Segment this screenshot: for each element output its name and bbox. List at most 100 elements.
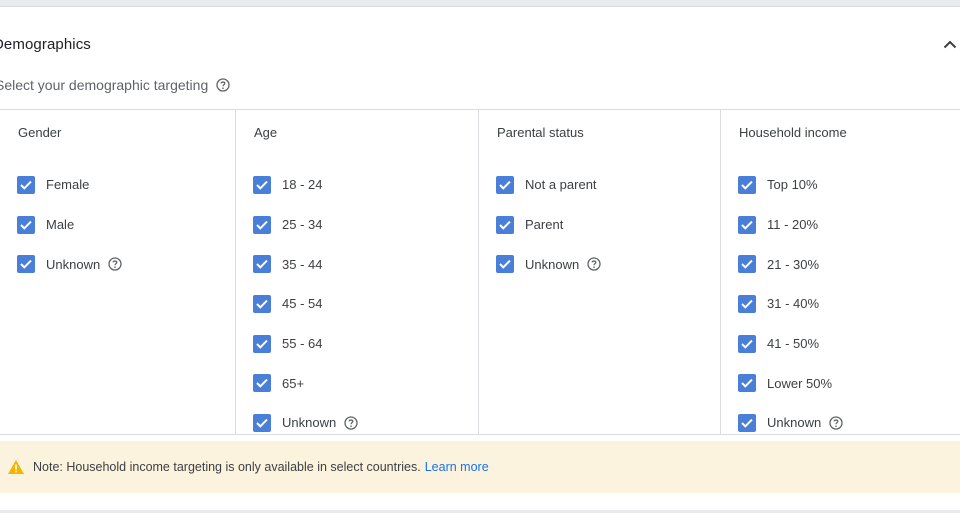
check-icon: [741, 378, 753, 388]
checkbox[interactable]: [17, 215, 35, 234]
check-icon: [741, 418, 753, 428]
option-row[interactable]: 18 - 24: [253, 165, 358, 205]
section-title: Demographics: [0, 36, 91, 53]
option-label: 45 - 54: [282, 296, 323, 312]
check-icon: [256, 339, 268, 349]
option-label: Male: [46, 217, 75, 233]
chevron-up-icon: [943, 40, 957, 49]
option-row[interactable]: Lower 50%: [738, 363, 843, 403]
check-icon: [499, 180, 511, 190]
check-icon: [499, 259, 511, 269]
age-column: Age 18 - 24 25 - 34 35 - 44 45 - 54 55 - 64 6…: [235, 110, 478, 434]
demographics-card: Demographics Select your demographic tar…: [0, 6, 960, 510]
checkbox[interactable]: [738, 215, 756, 234]
option-row[interactable]: Parent: [496, 205, 601, 245]
gender-column: Gender Female Male Unknown: [0, 110, 236, 434]
checkbox[interactable]: [496, 215, 514, 234]
option-row[interactable]: Unknown: [738, 403, 843, 443]
option-row[interactable]: 45 - 54: [253, 284, 358, 324]
option-row[interactable]: 31 - 40%: [738, 284, 843, 324]
checkbox[interactable]: [738, 334, 756, 353]
option-label: 31 - 40%: [767, 296, 820, 312]
checkbox[interactable]: [738, 294, 756, 313]
checkbox[interactable]: [496, 255, 514, 274]
checkbox[interactable]: [253, 334, 271, 353]
check-icon: [256, 378, 268, 388]
checkbox[interactable]: [496, 175, 514, 194]
check-icon: [499, 220, 511, 230]
option-row[interactable]: 55 - 64: [253, 324, 358, 364]
learn-more-link[interactable]: Learn more: [425, 460, 489, 474]
checkbox[interactable]: [17, 255, 35, 274]
collapse-button[interactable]: [939, 33, 960, 55]
option-label: 35 - 44: [282, 256, 323, 272]
checkbox[interactable]: [17, 175, 35, 194]
checkbox[interactable]: [738, 175, 756, 194]
check-icon: [20, 180, 32, 190]
option-label: Lower 50%: [767, 375, 833, 391]
option-row[interactable]: Unknown: [496, 244, 601, 284]
warning-triangle-icon: [7, 459, 25, 475]
option-label: Parent: [525, 217, 564, 233]
option-row[interactable]: 21 - 30%: [738, 244, 843, 284]
check-icon: [256, 220, 268, 230]
option-list: Top 10% 11 - 20% 21 - 30% 31 - 40% 41 - 50% L…: [738, 165, 843, 443]
note-banner: Note: Household income targeting is only…: [0, 441, 960, 493]
check-icon: [741, 299, 753, 309]
section-subtitle: Select your demographic targeting: [0, 77, 230, 93]
option-row[interactable]: 25 - 34: [253, 205, 358, 245]
checkbox[interactable]: [253, 215, 271, 234]
checkbox[interactable]: [253, 294, 271, 313]
option-row[interactable]: Unknown: [253, 403, 358, 443]
option-row[interactable]: Male: [17, 205, 122, 245]
help-circle-icon[interactable]: [216, 78, 230, 92]
check-icon: [741, 259, 753, 269]
option-label: Unknown: [525, 256, 580, 272]
checkbox[interactable]: [738, 255, 756, 274]
option-label: 25 - 34: [282, 217, 323, 233]
column-heading: Age: [254, 125, 278, 140]
check-icon: [20, 259, 32, 269]
option-row[interactable]: Female: [17, 165, 122, 205]
checkbox[interactable]: [738, 374, 756, 393]
help-circle-icon[interactable]: [108, 257, 122, 271]
check-icon: [256, 418, 268, 428]
household-income-column: Household income Top 10% 11 - 20% 21 - 30%…: [720, 110, 960, 434]
option-label: 55 - 64: [282, 336, 323, 352]
option-label: Top 10%: [767, 177, 818, 193]
option-row[interactable]: Unknown: [17, 244, 122, 284]
option-list: Not a parent Parent Unknown: [496, 165, 601, 284]
option-label: Unknown: [46, 256, 101, 272]
option-row[interactable]: 35 - 44: [253, 244, 358, 284]
help-circle-icon[interactable]: [344, 416, 358, 430]
option-row[interactable]: 11 - 20%: [738, 205, 843, 245]
option-label: 18 - 24: [282, 177, 323, 193]
option-label: 65+: [282, 375, 305, 391]
checkbox[interactable]: [738, 413, 756, 432]
demographics-grid: Gender Female Male Unknown Age 18 - 24 25 -…: [0, 109, 960, 435]
option-row[interactable]: 41 - 50%: [738, 324, 843, 364]
check-icon: [256, 180, 268, 190]
check-icon: [256, 259, 268, 269]
option-label: Unknown: [282, 415, 337, 431]
option-label: Unknown: [767, 415, 822, 431]
check-icon: [741, 180, 753, 190]
help-circle-icon[interactable]: [587, 257, 601, 271]
checkbox[interactable]: [253, 175, 271, 194]
option-row[interactable]: 65+: [253, 363, 358, 403]
checkbox[interactable]: [253, 413, 271, 432]
parental-status-column: Parental status Not a parent Parent Unknow…: [478, 110, 720, 434]
checkbox[interactable]: [253, 255, 271, 274]
option-list: Female Male Unknown: [17, 165, 122, 284]
column-heading: Parental status: [497, 125, 584, 140]
help-circle-icon[interactable]: [829, 416, 843, 430]
option-list: 18 - 24 25 - 34 35 - 44 45 - 54 55 - 64 65+ Un…: [253, 165, 358, 443]
option-label: 41 - 50%: [767, 336, 820, 352]
checkbox[interactable]: [253, 374, 271, 393]
option-label: 21 - 30%: [767, 256, 820, 272]
column-heading: Gender: [18, 125, 62, 140]
option-row[interactable]: Not a parent: [496, 165, 601, 205]
check-icon: [256, 299, 268, 309]
subtitle-text: Select your demographic targeting: [0, 77, 209, 93]
option-row[interactable]: Top 10%: [738, 165, 843, 205]
